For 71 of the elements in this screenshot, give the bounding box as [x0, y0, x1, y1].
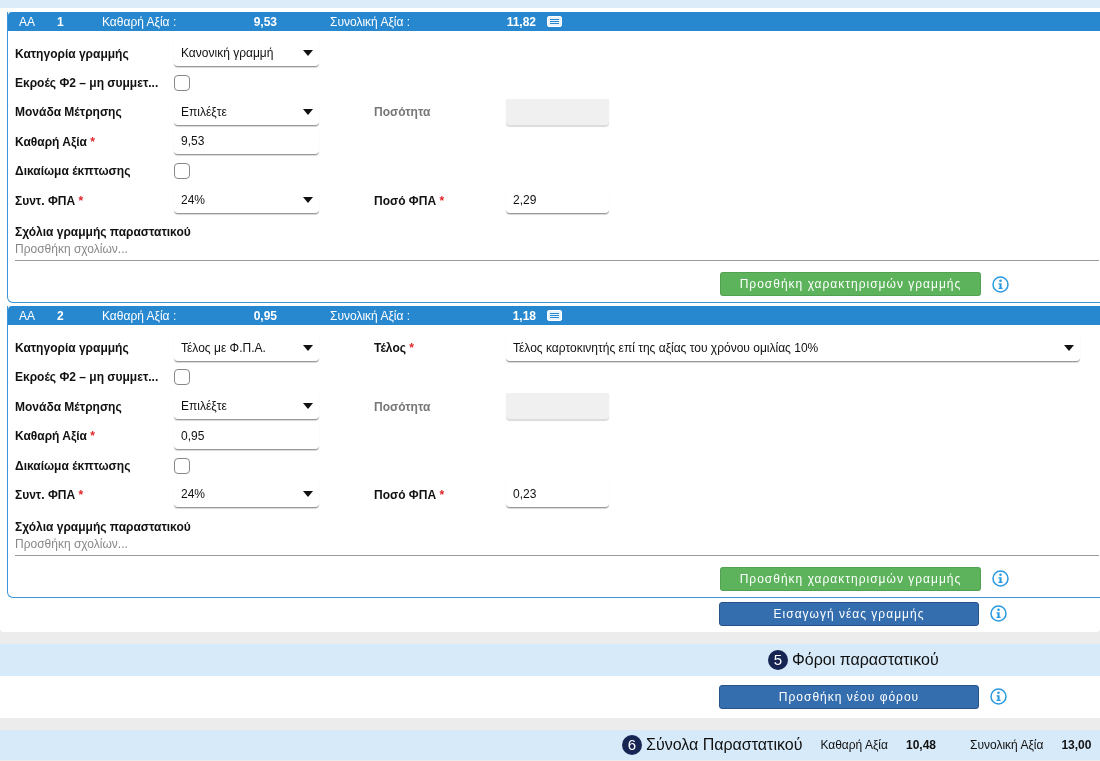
total-value-label: Συνολική Αξία :: [330, 14, 412, 29]
add-new-tax-button[interactable]: Προσθήκη νέου φόρου: [719, 684, 979, 709]
field-label: Εκροές Φ2 – μη συμμετ...: [15, 370, 160, 385]
checkbox[interactable]: [174, 163, 190, 180]
field-label: Εκροές Φ2 – μη συμμετ...: [15, 76, 160, 91]
checkbox[interactable]: [174, 369, 190, 386]
field-label: Ποσό ΦΠΑ *: [374, 488, 446, 502]
total-value-label: Συνολική Αξία: [970, 737, 1044, 752]
dropdown[interactable]: Τέλος με Φ.Π.Α.: [174, 334, 319, 362]
line-number: 1: [57, 14, 65, 29]
line-number: 2: [57, 308, 65, 323]
section-title: Σύνολα Παραστατικού: [646, 735, 803, 754]
field-label: Καθαρή Αξία *: [15, 134, 96, 149]
caret-icon: [303, 403, 313, 410]
comments-field[interactable]: Προσθήκη σχολίων...: [15, 534, 1099, 556]
caret-icon: [1064, 344, 1074, 351]
section-title: Φόροι παραστατικού: [792, 650, 939, 669]
net-value: 10,48: [905, 737, 936, 752]
caret-icon: [303, 491, 313, 498]
dropdown[interactable]: Επιλέξτε: [174, 98, 319, 126]
field-label: Δικαίωμα έκπτωσης: [15, 164, 132, 179]
field-label: Καθαρή Αξία *: [15, 429, 96, 444]
net-value-label: Καθαρή Αξία :: [102, 14, 178, 29]
info-icon[interactable]: [992, 570, 1009, 588]
caret-icon: [303, 108, 313, 115]
caret-icon: [303, 50, 313, 57]
caret-icon: [303, 197, 313, 204]
field-label: Κατηγορία γραμμής: [15, 46, 130, 61]
total-value: 11,82: [505, 14, 536, 29]
field-label: Συντ. ΦΠΑ *: [15, 193, 85, 208]
keyboard-icon[interactable]: [547, 16, 562, 27]
dropdown[interactable]: 24%: [174, 187, 319, 215]
field-label: Συντ. ΦΠΑ *: [15, 488, 85, 502]
input-field[interactable]: 2,29: [506, 187, 609, 215]
info-icon[interactable]: [990, 688, 1007, 706]
comments-label: Σχόλια γραμμής παραστατικού: [15, 225, 192, 240]
dropdown[interactable]: Τέλος καρτοκινητής επί της αξίας του χρόνου ομιλίας 10%: [506, 334, 1080, 362]
net-value-label: Καθαρή Αξία :: [102, 308, 178, 323]
dropdown[interactable]: Επιλέξτε: [174, 393, 319, 421]
total-value: 1,18: [511, 308, 536, 323]
line-prefix: AA: [18, 14, 36, 29]
info-icon[interactable]: [992, 275, 1009, 293]
field-label: Τέλος *: [374, 341, 415, 356]
checkbox[interactable]: [174, 457, 190, 474]
caret-icon: [303, 344, 313, 351]
input-field[interactable]: 9,53: [174, 128, 319, 156]
section-number: 5: [768, 649, 788, 670]
input-field[interactable]: 0,23: [506, 481, 609, 509]
field-label: Ποσότητα: [374, 105, 432, 120]
net-value: 0,95: [252, 308, 277, 323]
field-label: Κατηγορία γραμμής: [15, 341, 130, 356]
comments-field[interactable]: Προσθήκη σχολίων...: [15, 240, 1099, 262]
total-value-label: Συνολική Αξία :: [330, 308, 412, 323]
info-icon[interactable]: [990, 605, 1007, 623]
input-field[interactable]: 0,95: [174, 422, 319, 450]
section-number: 6: [622, 734, 642, 755]
keyboard-icon[interactable]: [547, 310, 562, 322]
net-value: 9,53: [252, 14, 277, 29]
comments-label: Σχόλια γραμμής παραστατικού: [15, 519, 192, 534]
field-label: Ποσό ΦΠΑ *: [374, 193, 446, 208]
checkbox[interactable]: [174, 75, 190, 92]
dropdown[interactable]: 24%: [174, 481, 319, 509]
insert-new-line-button[interactable]: Εισαγωγή νέας γραμμής: [719, 601, 979, 626]
field-label: Δικαίωμα έκπτωσης: [15, 458, 132, 473]
field-label: Μονάδα Μέτρησης: [15, 105, 123, 120]
net-value-label: Καθαρή Αξία: [820, 737, 888, 752]
total-value: 13,00: [1061, 737, 1092, 752]
line-prefix: AA: [18, 308, 36, 323]
field-label: Ποσότητα: [374, 399, 432, 414]
field-label: Μονάδα Μέτρησης: [15, 399, 123, 414]
dropdown[interactable]: Κανονική γραμμή: [174, 40, 319, 68]
